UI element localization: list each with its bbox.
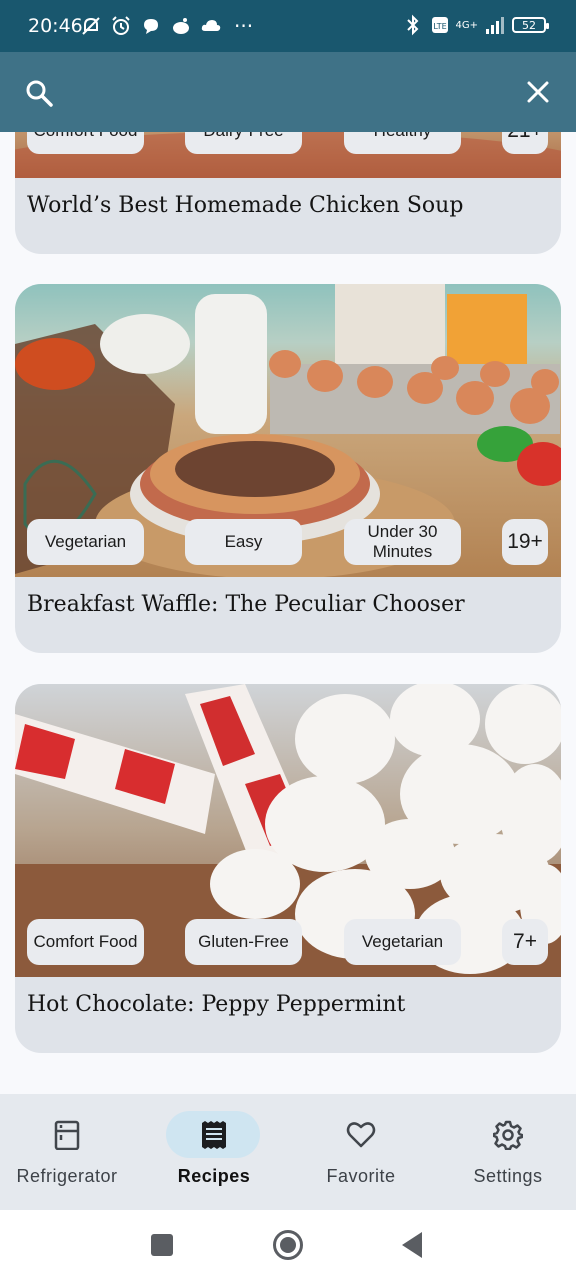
search-icon[interactable]	[24, 78, 54, 108]
status-time: 20:46	[28, 15, 83, 37]
recipe-list: Comfort Food Dairy-Free Healthy 21+ Worl…	[0, 132, 576, 1094]
recipe-tag: Vegetarian	[27, 519, 144, 565]
battery-level: 52	[522, 18, 536, 32]
recipe-tag: Gluten-Free	[185, 919, 302, 965]
heart-icon	[346, 1120, 376, 1150]
refrigerator-icon	[52, 1120, 82, 1151]
recipe-title: Breakfast Waffle: The Peculiar Chooser	[27, 592, 465, 617]
recipe-title: Hot Chocolate: Peppy Peppermint	[27, 992, 406, 1017]
recipe-card[interactable]: Vegetarian Easy Under 30 Minutes 19+ Bre…	[15, 284, 561, 653]
home-button[interactable]	[273, 1230, 303, 1260]
servings-count: 21+	[502, 132, 548, 154]
status-system-icons: LTE 4G+ 52	[402, 14, 549, 36]
recipe-title: World’s Best Homemade Chicken Soup	[27, 193, 464, 218]
chat-icon	[140, 15, 162, 37]
cloud-icon	[200, 15, 222, 37]
recipe-tag: Dairy-Free	[185, 132, 302, 154]
recipe-card[interactable]: Comfort Food Gluten-Free Vegetarian 7+ H…	[15, 684, 561, 1053]
gear-icon	[492, 1120, 524, 1151]
recipe-tag: Vegetarian	[344, 919, 461, 965]
network-type: 4G+	[455, 19, 479, 31]
nav-label: Recipes	[177, 1166, 251, 1186]
nav-item-settings[interactable]: Settings	[436, 1094, 576, 1210]
recipe-tag: Under 30 Minutes	[344, 519, 461, 565]
nav-item-recipes[interactable]: Recipes	[142, 1094, 286, 1210]
status-bar: 20:46 ··· LTE 4G+ 52	[0, 0, 576, 52]
servings-count: 7+	[502, 919, 548, 965]
svg-text:LTE: LTE	[433, 22, 446, 31]
bluetooth-icon	[402, 14, 424, 36]
back-button[interactable]	[402, 1232, 422, 1258]
bottom-navigation: Refrigerator Recipes Favorite Settings	[0, 1094, 576, 1210]
recipe-card[interactable]: Comfort Food Dairy-Free Healthy 21+ Worl…	[15, 132, 561, 254]
alarm-icon	[110, 15, 132, 37]
system-navigation-bar	[0, 1210, 576, 1280]
mute-icon	[80, 15, 102, 37]
recents-button[interactable]	[151, 1234, 173, 1256]
nav-label: Favorite	[326, 1166, 396, 1186]
recipe-tag: Comfort Food	[27, 132, 144, 154]
recipes-icon	[199, 1120, 229, 1150]
servings-count: 19+	[502, 519, 548, 565]
nav-item-refrigerator[interactable]: Refrigerator	[0, 1094, 139, 1210]
status-notification-icons: ···	[80, 14, 253, 38]
nav-label: Settings	[473, 1166, 543, 1186]
battery-icon: 52	[512, 17, 549, 33]
signal-icon	[484, 14, 506, 36]
search-bar	[0, 52, 576, 132]
recipe-tag: Healthy	[344, 132, 461, 154]
recipe-tag: Easy	[185, 519, 302, 565]
recipe-tag: Comfort Food	[27, 919, 144, 965]
search-input[interactable]	[70, 74, 490, 112]
nav-item-favorite[interactable]: Favorite	[289, 1094, 433, 1210]
close-icon[interactable]	[526, 80, 550, 104]
more-notifications-icon: ···	[234, 14, 254, 38]
volte-icon: LTE	[430, 14, 450, 36]
app-notification-icon	[170, 15, 192, 37]
nav-label: Refrigerator	[16, 1166, 118, 1186]
home-dot-icon	[280, 1237, 296, 1253]
